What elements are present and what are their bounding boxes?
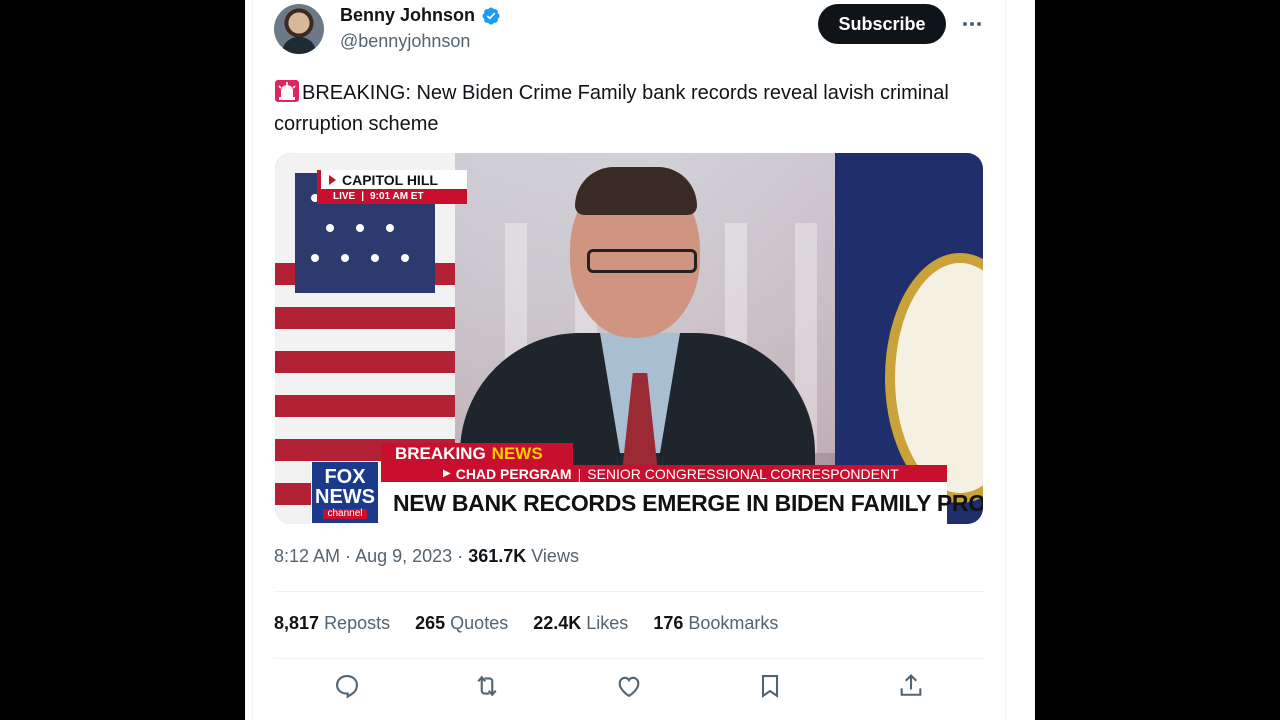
column-border-left <box>252 0 253 720</box>
reporter-name: CHAD PERGRAM <box>455 465 572 482</box>
name-separator: | <box>577 465 582 482</box>
location-bug: CAPITOL HILL LIVE | 9:01 AM ET <box>317 170 467 206</box>
engagement-stats: 8,817 Reposts 265 Quotes 22.4K Likes 176… <box>274 613 778 634</box>
reply-icon[interactable] <box>333 672 361 700</box>
views-count: 361.7K <box>468 546 527 566</box>
post-time[interactable]: 8:12 AM <box>274 546 340 566</box>
quotes-count: 265 <box>415 613 446 633</box>
logo-news: NEWS <box>315 485 375 508</box>
likes-count: 22.4K <box>533 613 582 633</box>
repost-icon[interactable] <box>473 672 501 700</box>
author-display-name[interactable]: Benny Johnson <box>340 5 475 26</box>
reporter-name-bar: ▶ CHAD PERGRAM | SENIOR CONGRESSIONAL CO… <box>381 465 947 482</box>
meta-dot: · <box>457 546 469 566</box>
stat-likes[interactable]: 22.4K Likes <box>533 613 628 634</box>
news-label: NEWS <box>491 444 543 463</box>
fox-news-logo: FOX NEWS channel <box>311 461 379 524</box>
avatar[interactable] <box>274 4 324 54</box>
subscribe-button[interactable]: Subscribe <box>818 4 946 44</box>
author-handle[interactable]: @bennyjohnson <box>340 31 470 52</box>
bookmarks-label: Bookmarks <box>688 613 779 633</box>
stat-quotes[interactable]: 265 Quotes <box>415 613 508 634</box>
post-date[interactable]: Aug 9, 2023 <box>355 546 452 566</box>
divider <box>274 658 985 659</box>
breaking-news-bar: BREAKING NEWS <box>381 443 573 465</box>
live-separator: | <box>361 191 365 202</box>
likes-label: Likes <box>586 613 629 633</box>
name-arrow-icon: ▶ <box>443 468 451 479</box>
divider <box>274 591 985 592</box>
breaking-label: BREAKING <box>395 444 486 463</box>
action-bar <box>333 672 923 702</box>
bookmark-icon[interactable] <box>756 672 784 700</box>
location-label: CAPITOL HILL <box>342 171 438 188</box>
verified-badge-icon <box>482 7 500 25</box>
reposts-count: 8,817 <box>274 613 320 633</box>
bookmarks-count: 176 <box>653 613 684 633</box>
meta-dot: · <box>345 546 356 566</box>
play-triangle-icon <box>329 174 336 185</box>
logo-fox: FOX <box>324 465 366 488</box>
siren-icon <box>275 80 299 102</box>
reporter-glasses <box>587 249 697 273</box>
column-border-right <box>1005 0 1006 720</box>
stat-reposts[interactable]: 8,817 Reposts <box>274 613 390 634</box>
chyron-headline: NEW BANK RECORDS EMERGE IN BIDEN FAMILY … <box>379 482 983 524</box>
quotes-label: Quotes <box>450 613 509 633</box>
reporter-title: SENIOR CONGRESSIONAL CORRESPONDENT <box>587 465 899 482</box>
logo-channel: channel <box>323 508 367 519</box>
tweet-text: BREAKING: New Biden Crime Family bank re… <box>274 78 974 140</box>
reposts-label: Reposts <box>324 613 391 633</box>
tweet-body: BREAKING: New Biden Crime Family bank re… <box>274 82 949 135</box>
views-label: Views <box>531 546 579 566</box>
like-icon[interactable] <box>615 672 643 700</box>
live-time: 9:01 AM ET <box>370 191 424 202</box>
tweet-timestamp: 8:12 AM · Aug 9, 2023 · 361.7K Views <box>274 546 579 567</box>
more-options-icon[interactable] <box>960 14 984 34</box>
reporter-hair <box>575 167 697 215</box>
live-label: LIVE <box>333 191 356 202</box>
tweet-media-video[interactable]: CAPITOL HILL LIVE | 9:01 AM ET BREAKING NE… <box>275 153 983 524</box>
stat-bookmarks[interactable]: 176 Bookmarks <box>653 613 778 634</box>
share-icon[interactable] <box>897 672 925 700</box>
